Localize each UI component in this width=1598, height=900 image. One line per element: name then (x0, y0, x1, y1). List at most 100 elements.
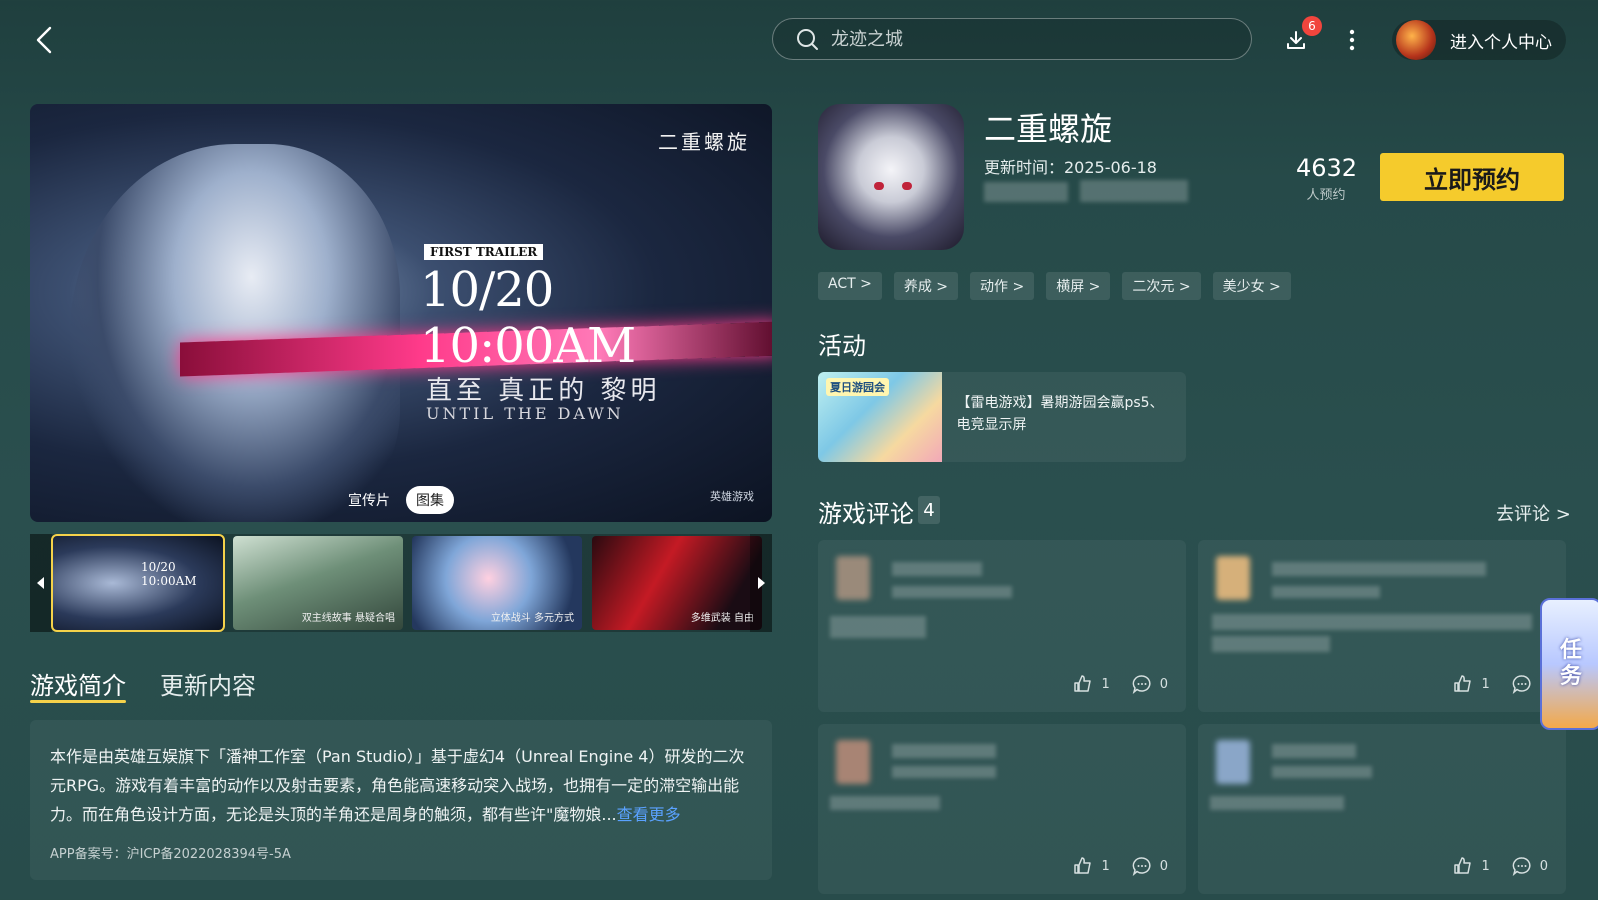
blurred-text (1210, 796, 1344, 810)
search-bar[interactable] (772, 18, 1252, 60)
like-button[interactable]: 1 (1073, 856, 1110, 876)
thumbnail-2[interactable]: 双主线故事 悬疑合唱 (233, 536, 403, 630)
thumbnail-3[interactable]: 立体战斗 多元方式 (412, 536, 582, 630)
comment-count: 0 (1159, 676, 1168, 692)
thumb-next-button[interactable] (750, 534, 772, 632)
triangle-left-icon (37, 577, 44, 589)
task-floating-button[interactable]: 任 务 (1540, 598, 1598, 730)
comment-icon (1512, 675, 1531, 694)
blurred-text (892, 744, 996, 758)
tab-trailer[interactable]: 宣传片 (338, 486, 400, 514)
review-card[interactable]: 1 0 (1198, 540, 1566, 712)
thumbnail-1[interactable]: 10/20 10:00AM (51, 534, 225, 632)
activity-image: 夏日游园会 (818, 372, 943, 462)
blurred-text (1272, 766, 1372, 778)
comment-icon (1132, 857, 1151, 876)
media-viewer[interactable]: 二重螺旋 FIRST TRAILER 10/20 10:00AM 直至 真正的 … (30, 104, 772, 522)
thumbnail-caption: 10/20 10:00AM (141, 560, 197, 588)
tag-landscape[interactable]: 横屏 > (1046, 272, 1111, 300)
blurred-text (830, 796, 940, 810)
reserve-now-button[interactable]: 立即预约 (1380, 153, 1564, 201)
activity-image-label: 夏日游园会 (826, 378, 889, 396)
review-card[interactable]: 1 0 (818, 724, 1186, 894)
blurred-text (1212, 636, 1330, 652)
blurred-text (892, 586, 1012, 598)
comment-button[interactable]: 0 (1132, 674, 1168, 694)
activity-section-title: 活动 (818, 332, 866, 360)
tag-act[interactable]: ACT > (818, 272, 882, 300)
comment-icon (1132, 675, 1151, 694)
tab-gallery[interactable]: 图集 (406, 486, 454, 514)
tab-update-content[interactable]: 更新内容 (160, 666, 256, 701)
icp-record: APP备案号：沪ICP备2022028394号-5A (50, 847, 291, 862)
media-type-tabs: 宣传片 图集 (338, 486, 454, 514)
blurred-text (830, 616, 926, 638)
genre-tags: ACT > 养成 > 动作 > 横屏 > 二次元 > 美少女 > (818, 272, 1291, 300)
search-input[interactable] (829, 27, 1233, 51)
review-card[interactable]: 1 0 (1198, 724, 1566, 894)
like-button[interactable]: 1 (1453, 856, 1490, 876)
see-more-link[interactable]: 查看更多 (617, 805, 681, 824)
avatar (1396, 20, 1436, 60)
like-count: 1 (1101, 858, 1110, 874)
download-count-badge: 6 (1302, 16, 1322, 36)
active-tab-indicator (30, 700, 126, 703)
more-vertical-icon (1349, 29, 1355, 51)
like-button[interactable]: 1 (1453, 674, 1490, 694)
tag-anime[interactable]: 二次元 > (1122, 272, 1201, 300)
review-count-badge: 4 (918, 496, 940, 524)
reserve-count-label: 人预约 (1306, 188, 1346, 203)
more-options-button[interactable] (1336, 24, 1368, 56)
hero-character-art (70, 144, 400, 522)
search-icon (797, 29, 818, 50)
like-count: 1 (1481, 858, 1490, 874)
hero-logo-text: 二重螺旋 (658, 130, 750, 154)
tag-cultivation[interactable]: 养成 > (893, 272, 959, 300)
like-button[interactable]: 1 (1073, 674, 1110, 694)
thumb-prev-button[interactable] (30, 534, 52, 632)
game-icon (818, 104, 964, 250)
comment-count: 0 (1159, 858, 1168, 874)
triangle-right-icon (758, 577, 765, 589)
blurred-text (892, 766, 996, 778)
tag-pretty-girl[interactable]: 美少女 > (1212, 272, 1291, 300)
update-time: 更新时间：2025-06-18 (984, 158, 1157, 177)
thumbs-up-icon (1454, 675, 1472, 692)
trailer-date: 10/20 10:00AM (420, 262, 636, 374)
blurred-text (1272, 586, 1380, 598)
task-label-1: 任 (1559, 638, 1582, 663)
back-button[interactable] (28, 24, 60, 56)
blurred-text (892, 562, 982, 576)
reviewer-avatar (836, 740, 870, 784)
blurred-text (1212, 614, 1532, 630)
comment-button[interactable]: 0 (1132, 856, 1168, 876)
reviewer-avatar (836, 556, 870, 600)
chevron-left-icon (36, 26, 52, 54)
trailer-tag: FIRST TRAILER (424, 244, 544, 260)
write-review-link[interactable]: 去评论 > (1496, 500, 1571, 526)
tab-game-intro[interactable]: 游戏简介 (30, 666, 126, 701)
thumbnail-caption: 立体战斗 多元方式 (490, 613, 574, 624)
comment-button[interactable]: 0 (1512, 856, 1548, 876)
comment-count: 0 (1539, 858, 1548, 874)
task-label-2: 务 (1559, 664, 1582, 689)
review-card[interactable]: 1 0 (818, 540, 1186, 712)
tagline-cn: 直至 真正的 黎明 (426, 376, 661, 406)
reviewer-avatar (1216, 740, 1250, 784)
thumbnail-caption: 双主线故事 悬疑合唱 (301, 613, 395, 624)
profile-label: 进入个人中心 (1450, 32, 1552, 53)
activity-card[interactable]: 夏日游园会 【雷电游戏】暑期游园会赢ps5、电竞显示屏 (818, 372, 1186, 462)
thumbnail-4[interactable]: 多维武装 自由 (592, 536, 762, 630)
tag-action[interactable]: 动作 > (970, 272, 1035, 300)
blurred-text (1272, 562, 1486, 576)
like-count: 1 (1101, 676, 1110, 692)
blurred-info (1080, 180, 1188, 202)
intro-text: 本作是由英雄互娱旗下「潘神工作室（Pan Studio）」基于虚幻4（Unrea… (50, 747, 745, 824)
profile-center-button[interactable]: 进入个人中心 (1392, 20, 1566, 60)
thumbs-up-icon (1074, 675, 1092, 692)
thumbs-up-icon (1074, 857, 1092, 874)
blurred-text (1272, 744, 1356, 758)
like-count: 1 (1481, 676, 1490, 692)
blurred-info (984, 182, 1068, 202)
thumbs-up-icon (1454, 857, 1472, 874)
